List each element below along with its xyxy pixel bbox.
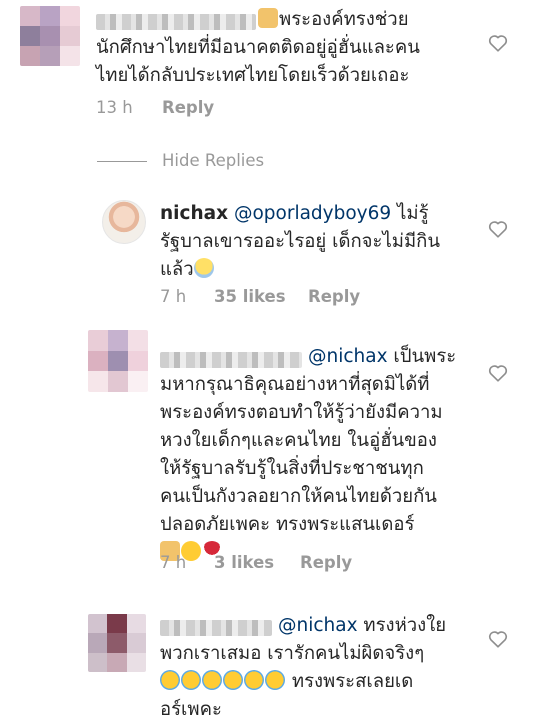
folded-hands-emoji <box>258 8 278 28</box>
comment-timestamp: 7 h <box>160 553 187 572</box>
hide-replies-button[interactable]: Hide Replies <box>162 151 264 170</box>
mention-link[interactable]: @oporladyboy69 <box>234 203 391 224</box>
reply-button[interactable]: Reply <box>300 553 352 572</box>
comment-username[interactable]: nichax <box>160 203 228 224</box>
crying-face-emoji <box>265 670 285 690</box>
likes-count[interactable]: 3 likes <box>214 553 274 572</box>
crying-face-emoji <box>181 670 201 690</box>
reply-button[interactable]: Reply <box>162 98 214 117</box>
likes-count[interactable]: 35 likes <box>214 287 286 306</box>
comment-timestamp: 7 h <box>160 287 187 306</box>
heart-outline-icon[interactable] <box>488 220 508 238</box>
crying-face-emoji <box>223 670 243 690</box>
crying-face-emoji <box>160 670 180 690</box>
comment-meta: 7 h 35 likes Reply <box>160 287 360 306</box>
nichax-avatar[interactable] <box>102 200 146 244</box>
crying-face-emoji <box>244 670 264 690</box>
commenter-avatar[interactable] <box>88 614 146 672</box>
reply-button[interactable]: Reply <box>308 287 360 306</box>
comment-text: nichax @oporladyboy69 ไม่รู้ รัฐบาลเขารอ… <box>160 203 440 280</box>
heart-outline-icon[interactable] <box>488 364 508 382</box>
mention-link[interactable]: @nichax <box>308 346 388 367</box>
comment-timestamp: 13 h <box>96 98 133 117</box>
comment-meta: 13 h Reply <box>96 98 214 117</box>
crying-face-emoji <box>202 670 222 690</box>
heart-outline-icon[interactable] <box>488 34 508 52</box>
commenter-avatar[interactable] <box>20 6 80 66</box>
mention-link[interactable]: @nichax <box>278 615 358 636</box>
heart-outline-icon[interactable] <box>488 630 508 648</box>
commenter-avatar[interactable] <box>88 330 148 392</box>
hide-replies-divider <box>97 161 147 162</box>
comment-text: พระองค์ทรงช่วย นักศึกษาไทยที่มีอนาคตติดอ… <box>96 8 420 86</box>
face-screaming-emoji <box>193 258 214 278</box>
comment-meta: 7 h 3 likes Reply <box>160 553 352 572</box>
comment-text: @nichax ทรงห่วงใย พวกเราเสมอ เรารักคนไม่… <box>160 615 447 720</box>
comment-text: @nichax เป็นพระ มหากรุณาธิคุณอย่างหาที่ส… <box>160 343 500 567</box>
